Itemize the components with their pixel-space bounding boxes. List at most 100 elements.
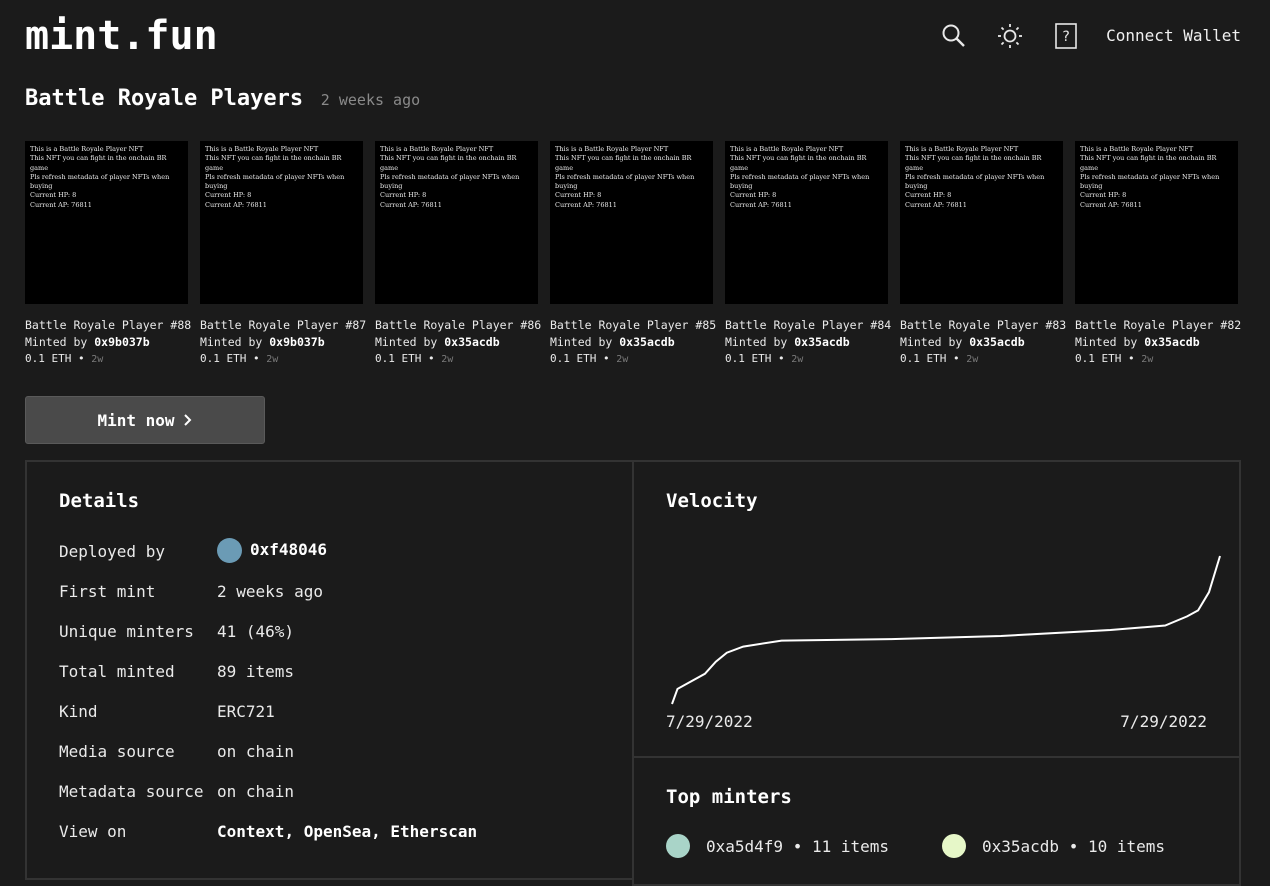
nft-card[interactable]: This is a Battle Royale Player NFT This N…	[900, 141, 1066, 365]
top-minters-title: Top minters	[666, 786, 792, 808]
mint-age: 2w	[441, 354, 454, 365]
nft-card[interactable]: This is a Battle Royale Player NFT This N…	[25, 141, 191, 365]
mint-now-button[interactable]: Mint now	[25, 396, 265, 444]
opensea-link[interactable]: OpenSea	[304, 822, 371, 841]
minter-address[interactable]: 0x9b037b	[94, 335, 149, 349]
nft-image[interactable]: This is a Battle Royale Player NFT This N…	[25, 141, 188, 304]
minter-address[interactable]: 0x35acdb	[619, 335, 674, 349]
minter-address[interactable]: 0x35acdb	[969, 335, 1024, 349]
view-on-links: Context, OpenSea, Etherscan	[217, 822, 478, 841]
nft-card[interactable]: This is a Battle Royale Player NFT This N…	[550, 141, 716, 365]
minted-by-label: Minted by	[725, 335, 788, 349]
nft-image[interactable]: This is a Battle Royale Player NFT This N…	[200, 141, 363, 304]
first-mint-label: First mint	[59, 582, 156, 601]
collection-age: 2 weeks ago	[320, 91, 421, 109]
view-on-label: View on	[59, 822, 127, 841]
minted-by-label: Minted by	[550, 335, 613, 349]
nft-price: 0.1 ETH • 2w	[1075, 352, 1154, 365]
deployed-by-value[interactable]: 0xf48046	[217, 538, 327, 563]
nft-image-text: Pls refresh metadata of player NFTs when…	[1080, 172, 1220, 191]
minter-address: 0xa5d4f9	[706, 836, 784, 856]
kind-label: Kind	[59, 702, 98, 721]
velocity-panel: Velocity 7/29/2022 7/29/2022	[632, 460, 1241, 758]
nft-name: Battle Royale Player #84	[725, 318, 892, 332]
nft-image-text: This NFT you can fight in the onchain BR…	[205, 154, 342, 172]
help-icon[interactable]: ?	[1053, 22, 1079, 50]
nft-price: 0.1 ETH • 2w	[725, 352, 804, 365]
nft-image-text: Pls refresh metadata of player NFTs when…	[205, 172, 345, 191]
minter-address[interactable]: 0x35acdb	[444, 335, 499, 349]
minted-by-label: Minted by	[200, 335, 263, 349]
minter-avatar	[942, 834, 966, 858]
nft-price: 0.1 ETH • 2w	[900, 352, 979, 365]
velocity-end-date: 7/29/2022	[1120, 712, 1207, 731]
nft-minted-by: Minted by 0x9b037b	[25, 335, 188, 349]
nft-image-text: Pls refresh metadata of player NFTs when…	[380, 172, 520, 191]
etherscan-link[interactable]: Etherscan	[390, 822, 477, 841]
nft-image-text: Current HP: 8	[1080, 191, 1127, 200]
connect-wallet-button[interactable]: Connect Wallet	[1106, 26, 1241, 45]
nft-image[interactable]: This is a Battle Royale Player NFT This N…	[550, 141, 713, 304]
nft-name: Battle Royale Player #82	[1075, 318, 1242, 332]
top-minter-item[interactable]: 0x35acdb • 10 items	[942, 834, 1165, 858]
nft-image-text: Current AP: 76811	[30, 200, 92, 209]
price-value: 0.1 ETH	[900, 352, 947, 365]
nft-image-text: Current HP: 8	[205, 191, 252, 200]
nft-card[interactable]: This is a Battle Royale Player NFT This N…	[375, 141, 541, 365]
price-value: 0.1 ETH	[25, 352, 72, 365]
nft-image-text: Current AP: 76811	[1080, 200, 1142, 209]
minter-address: 0x35acdb	[982, 836, 1060, 856]
mint-age: 2w	[1141, 354, 1154, 365]
nft-card[interactable]: This is a Battle Royale Player NFT This N…	[200, 141, 366, 365]
velocity-title: Velocity	[666, 490, 758, 512]
chevron-right-icon	[183, 414, 191, 426]
nft-image-text: This is a Battle Royale Player NFT	[905, 145, 1019, 153]
details-panel: Details Deployed by 0xf48046 First mint …	[25, 460, 634, 880]
total-minted-value: 89 items	[217, 662, 295, 681]
logo[interactable]: mint.fun	[25, 14, 218, 58]
unique-minters-label: Unique minters	[59, 622, 194, 641]
nft-image-text: Pls refresh metadata of player NFTs when…	[30, 172, 170, 191]
nft-image-text: Current AP: 76811	[730, 200, 792, 209]
minted-by-label: Minted by	[1075, 335, 1138, 349]
minter-address[interactable]: 0x35acdb	[794, 335, 849, 349]
nft-price: 0.1 ETH • 2w	[550, 352, 629, 365]
nft-image-text: This NFT you can fight in the onchain BR…	[905, 154, 1042, 172]
nft-image[interactable]: This is a Battle Royale Player NFT This N…	[725, 141, 888, 304]
minter-address[interactable]: 0x35acdb	[1144, 335, 1199, 349]
nft-image-text: Pls refresh metadata of player NFTs when…	[905, 172, 1045, 191]
nft-image-text: Current HP: 8	[730, 191, 777, 200]
nft-image-text: Current HP: 8	[380, 191, 427, 200]
nft-image-text: Current AP: 76811	[205, 200, 267, 209]
total-minted-label: Total minted	[59, 662, 175, 681]
nft-image-text: This NFT you can fight in the onchain BR…	[730, 154, 867, 172]
search-icon[interactable]	[941, 22, 967, 50]
collection-header: Battle Royale Players 2 weeks ago	[25, 86, 420, 111]
nft-card[interactable]: This is a Battle Royale Player NFT This N…	[725, 141, 892, 365]
nft-image-text: This is a Battle Royale Player NFT	[205, 145, 319, 153]
nft-image-text: Pls refresh metadata of player NFTs when…	[555, 172, 695, 191]
nft-image-text: This NFT you can fight in the onchain BR…	[30, 154, 167, 172]
nft-image-text: Pls refresh metadata of player NFTs when…	[730, 172, 870, 191]
media-source-value: on chain	[217, 742, 295, 761]
nft-image-text: This is a Battle Royale Player NFT	[555, 145, 669, 153]
nft-image-text: This NFT you can fight in the onchain BR…	[555, 154, 692, 172]
svg-text:?: ?	[1062, 29, 1070, 45]
metadata-source-label: Metadata source	[59, 782, 204, 801]
nft-card-list: This is a Battle Royale Player NFT This N…	[25, 141, 1242, 365]
nft-image[interactable]: This is a Battle Royale Player NFT This N…	[900, 141, 1063, 304]
nft-image[interactable]: This is a Battle Royale Player NFT This N…	[375, 141, 538, 304]
minter-address[interactable]: 0x9b037b	[269, 335, 324, 349]
nft-image-text: This is a Battle Royale Player NFT	[1080, 145, 1194, 153]
top-bar: mint.fun ? Connect Wallet	[0, 0, 1270, 76]
price-value: 0.1 ETH	[725, 352, 772, 365]
nft-image-text: Current AP: 76811	[905, 200, 967, 209]
nft-image[interactable]: This is a Battle Royale Player NFT This N…	[1075, 141, 1238, 304]
kind-value: ERC721	[217, 702, 275, 721]
details-title: Details	[59, 490, 140, 512]
avatar	[217, 538, 242, 563]
sun-icon[interactable]	[997, 22, 1023, 50]
context-link[interactable]: Context	[217, 822, 284, 841]
top-minter-item[interactable]: 0xa5d4f9 • 11 items	[666, 834, 889, 858]
nft-card[interactable]: This is a Battle Royale Player NFT This N…	[1075, 141, 1242, 365]
